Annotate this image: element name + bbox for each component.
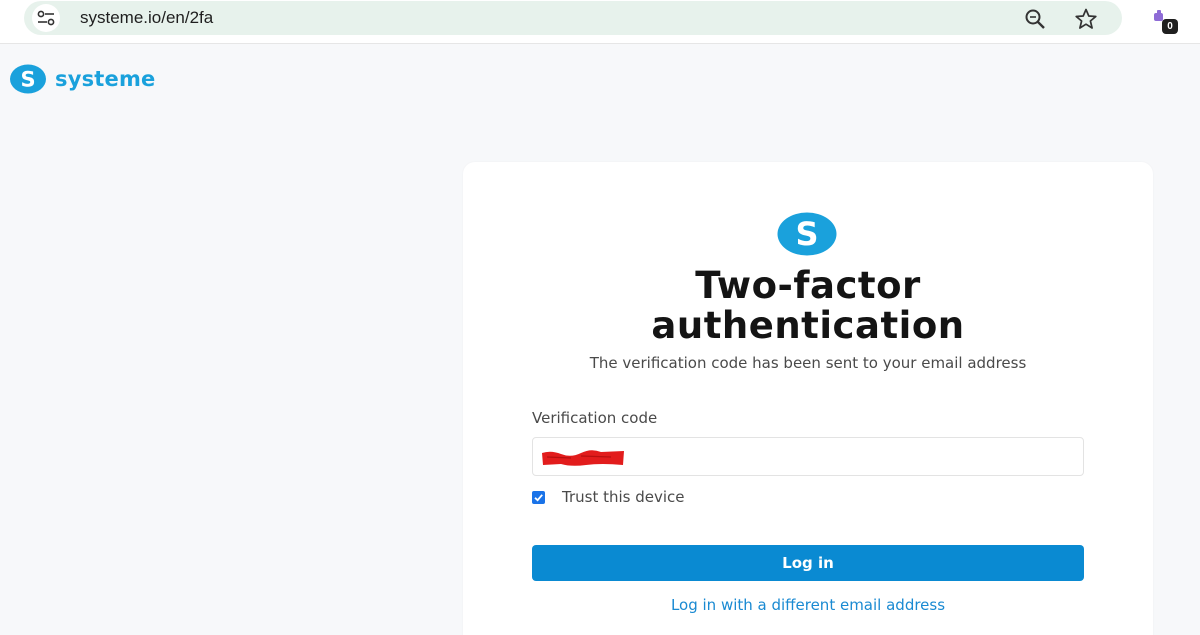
extension-icon[interactable]: 0	[1150, 8, 1180, 36]
title-line-2: authentication	[651, 304, 965, 347]
trust-device-label[interactable]: Trust this device	[562, 488, 685, 506]
tune-icon[interactable]	[32, 4, 60, 32]
redacted-value	[542, 450, 624, 466]
trust-device-row[interactable]: Trust this device	[532, 488, 685, 506]
systeme-logo-icon: S	[10, 64, 46, 94]
login-button[interactable]: Log in	[532, 545, 1084, 581]
browser-toolbar: systeme.io/en/2fa 0	[0, 0, 1200, 44]
title-line-1: Two-factor	[695, 264, 921, 307]
brand-name: systeme	[55, 67, 156, 91]
systeme-logo-icon: S	[777, 212, 837, 256]
address-bar[interactable]: systeme.io/en/2fa	[24, 1, 1122, 35]
extension-badge: 0	[1162, 19, 1178, 34]
verification-code-input[interactable]	[532, 437, 1084, 476]
page-title: Two-factor authentication	[463, 266, 1153, 346]
brand-logo[interactable]: S systeme	[10, 64, 156, 94]
zoom-icon[interactable]	[1024, 8, 1046, 30]
verification-code-label: Verification code	[532, 409, 658, 427]
subtitle: The verification code has been sent to y…	[589, 354, 1027, 372]
svg-text:S: S	[20, 68, 35, 92]
url-text[interactable]: systeme.io/en/2fa	[80, 8, 213, 28]
star-icon[interactable]	[1074, 7, 1098, 31]
different-email-link[interactable]: Log in with a different email address	[463, 596, 1153, 614]
two-factor-card: S Two-factor authentication The verifica…	[463, 162, 1153, 635]
svg-text:S: S	[795, 215, 818, 253]
trust-device-checkbox[interactable]	[532, 490, 545, 504]
